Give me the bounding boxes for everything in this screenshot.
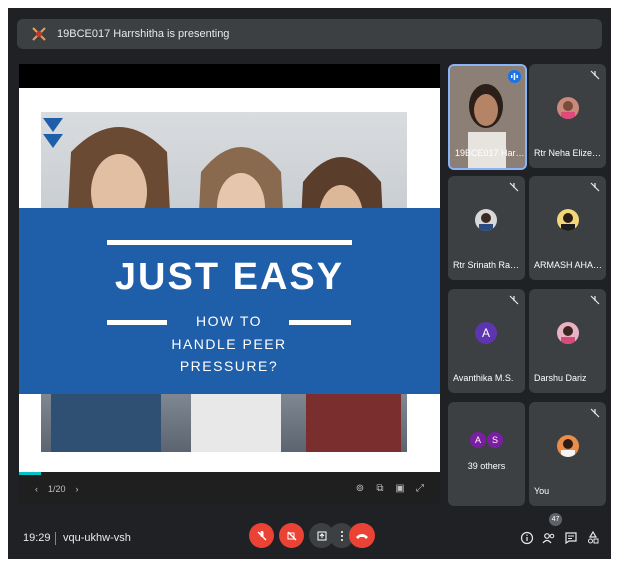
- participant-tile-others[interactable]: A S 39 others: [448, 402, 525, 506]
- avatar: [557, 97, 579, 119]
- speaking-indicator-icon: [508, 70, 521, 83]
- participant-name: You: [534, 486, 550, 496]
- slide: JUST EASY HOW TO HANDLE PEER PRESSURE?: [19, 88, 440, 472]
- participant-tile-presenter[interactable]: 19BCE017 Harrshi...: [448, 64, 527, 170]
- activities-button[interactable]: [585, 530, 601, 546]
- avatar: A: [475, 322, 497, 344]
- chat-icon: [565, 532, 577, 545]
- camera-off-button[interactable]: [279, 523, 304, 548]
- participant-name: Avanthika M.S.: [453, 373, 514, 383]
- meeting-details-button[interactable]: [519, 530, 535, 546]
- triangle-decoration: [43, 134, 63, 148]
- participant-tile[interactable]: Darshu Dariz: [529, 289, 606, 393]
- slide-subtitle-3: PRESSURE?: [179, 358, 279, 374]
- participant-name: 19BCE017 Harrshi...: [455, 148, 525, 158]
- presenting-text: 19BCE017 Harrshitha is presenting: [57, 28, 230, 40]
- avatar: [557, 209, 579, 231]
- participant-name: ARMASH AHAMED: [534, 260, 604, 270]
- avatar: A: [470, 432, 486, 448]
- title-rule-top: [107, 240, 352, 245]
- participant-name: 39 others: [467, 461, 506, 471]
- slide-subtitle-2: HANDLE PEER: [171, 336, 287, 352]
- presenter-avatar-icon: [31, 26, 47, 42]
- captions-icon[interactable]: ⊚: [354, 482, 366, 494]
- camera-off-icon: [287, 531, 296, 540]
- clock: 19:29: [23, 532, 51, 544]
- triangle-decoration: [43, 118, 63, 132]
- fullscreen-icon[interactable]: ⤢: [414, 482, 426, 494]
- avatar: [557, 322, 579, 344]
- participant-tile[interactable]: Rtr Neha Elizebeth ...: [529, 64, 606, 168]
- participant-tile[interactable]: A Avanthika M.S.: [448, 289, 525, 393]
- mic-off-icon: [509, 182, 519, 192]
- divider: [55, 532, 56, 545]
- people-button[interactable]: [541, 530, 557, 546]
- meet-window: 19BCE017 Harrshitha is presenting JUST E…: [8, 8, 611, 559]
- info-icon: [520, 531, 534, 545]
- slide-controls-bar: ‹ 1/20 › ⊚ ⧉ ▣ ⤢: [19, 472, 440, 504]
- presentation-stage[interactable]: JUST EASY HOW TO HANDLE PEER PRESSURE? ‹…: [19, 64, 440, 504]
- participant-tile[interactable]: ARMASH AHAMED: [529, 176, 606, 280]
- mic-off-icon: [590, 408, 600, 418]
- mic-off-icon: [590, 182, 600, 192]
- present-icon: [317, 531, 326, 540]
- slide-subtitle-1: HOW TO: [195, 313, 263, 329]
- chat-button[interactable]: [563, 530, 579, 546]
- mic-off-button[interactable]: [249, 523, 274, 548]
- presenting-banner: 19BCE017 Harrshitha is presenting: [17, 19, 602, 49]
- avatar: [475, 209, 497, 231]
- more-vert-icon: [340, 530, 343, 541]
- slide-title: JUST EASY: [114, 256, 345, 298]
- call-end-icon: [356, 533, 368, 539]
- slide-tools: ⊚ ⧉ ▣ ⤢: [354, 482, 426, 494]
- meeting-code: vqu-ukhw-vsh: [63, 532, 131, 544]
- mic-off-icon: [590, 295, 600, 305]
- prev-slide-icon[interactable]: ‹: [35, 484, 38, 494]
- people-icon: [542, 533, 555, 544]
- next-slide-icon[interactable]: ›: [76, 484, 79, 494]
- participant-name: Rtr Neha Elizebeth ...: [534, 148, 604, 158]
- pop-out-icon[interactable]: ⧉: [374, 482, 386, 494]
- participant-count-badge: 47: [549, 513, 562, 526]
- bottom-bar: 19:29 vqu-ukhw-vsh 47: [8, 513, 611, 559]
- mic-off-icon: [590, 70, 600, 80]
- participant-tile-self[interactable]: You: [529, 402, 606, 506]
- shapes-icon: [588, 531, 599, 544]
- participant-name: Rtr Srinath Rangar...: [453, 260, 523, 270]
- subtitle-rule-left: [107, 320, 167, 325]
- slide-nav: ‹ 1/20 ›: [35, 484, 79, 494]
- avatar: S: [487, 432, 503, 448]
- leave-call-button[interactable]: [349, 523, 375, 548]
- mic-off-icon: [509, 295, 519, 305]
- participant-tile[interactable]: Rtr Srinath Rangar...: [448, 176, 525, 280]
- avatar: [557, 435, 579, 457]
- mic-off-icon: [257, 530, 266, 540]
- layout-icon[interactable]: ▣: [394, 482, 406, 494]
- slide-page: 1/20: [48, 484, 66, 494]
- participant-name: Darshu Dariz: [534, 373, 587, 383]
- slide-progress: [19, 472, 41, 475]
